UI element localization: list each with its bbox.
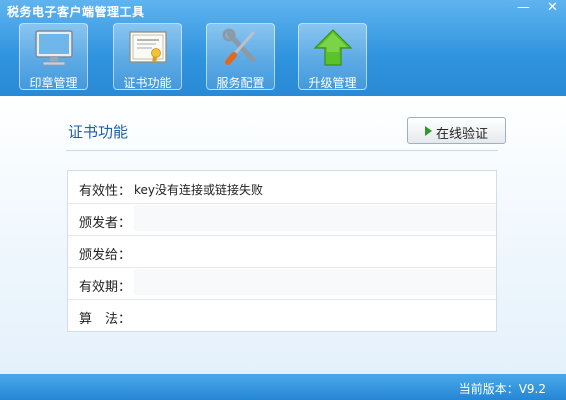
online-verify-label: 在线验证 <box>436 127 489 142</box>
nav-seal-management[interactable]: 印章管理 <box>19 23 88 90</box>
validity-label: 有效性： <box>79 184 132 199</box>
validity-period-value <box>134 269 496 295</box>
row-validity: 有效性： key没有连接或链接失败 <box>68 171 496 204</box>
nav-service-config[interactable]: 服务配置 <box>206 23 275 90</box>
close-button[interactable]: ✕ <box>539 0 566 18</box>
online-verify-button[interactable]: 在线验证 <box>407 117 506 144</box>
nav-label: 升级管理 <box>308 76 357 90</box>
certificate-icon <box>129 31 167 64</box>
nav-label: 印章管理 <box>29 76 78 90</box>
row-algorithm: 算 法： <box>68 299 496 331</box>
validity-period-label: 有效期： <box>79 280 132 295</box>
monitor-icon <box>35 30 73 66</box>
issuer-label: 颁发者： <box>79 216 132 231</box>
row-issued-to: 颁发给： <box>68 235 496 268</box>
issuer-value <box>134 205 496 231</box>
play-icon <box>425 126 432 136</box>
main-panel: 证书功能 在线验证 有效性： key没有连接或链接失败 颁发者： 颁发给： 有效… <box>0 96 566 374</box>
title-bar: 税务电子客户端管理工具 — ✕ 印章管理 证书功能 服务配置 升级管理 <box>0 0 566 96</box>
version-label: 当前版本：V9.2 <box>458 382 546 396</box>
status-bar: 当前版本：V9.2 <box>0 374 566 400</box>
section-title: 证书功能 <box>68 123 129 141</box>
nav-label: 证书功能 <box>123 76 172 90</box>
issued-to-label: 颁发给： <box>79 248 132 263</box>
app-title: 税务电子客户端管理工具 <box>7 5 145 19</box>
row-validity-period: 有效期： <box>68 267 496 300</box>
divider <box>66 150 498 151</box>
row-issuer: 颁发者： <box>68 203 496 236</box>
tools-icon <box>222 28 256 65</box>
nav-certificate[interactable]: 证书功能 <box>113 23 182 90</box>
nav-upgrade-management[interactable]: 升级管理 <box>298 23 367 90</box>
nav-label: 服务配置 <box>216 76 265 90</box>
upgrade-arrow-icon <box>313 29 353 66</box>
algorithm-label: 算 法： <box>79 312 132 327</box>
certificate-info-table: 有效性： key没有连接或链接失败 颁发者： 颁发给： 有效期： 算 法： <box>67 170 497 332</box>
minimize-button[interactable]: — <box>510 0 537 18</box>
validity-value: key没有连接或链接失败 <box>134 183 264 197</box>
